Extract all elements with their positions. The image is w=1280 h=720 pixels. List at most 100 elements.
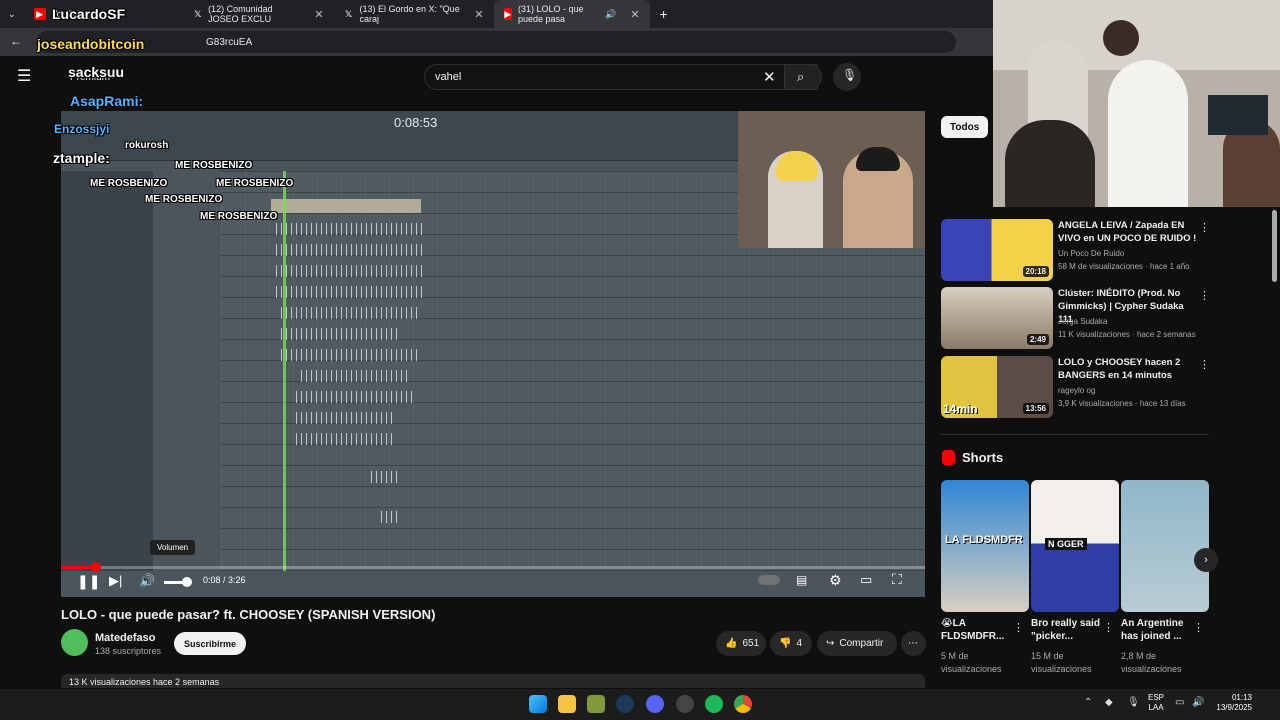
recommendation-title[interactable]: LOLO y CHOOSEY hacen 2 BANGERS en 14 min… [1058, 356, 1198, 382]
progress-track[interactable] [61, 566, 925, 569]
monitor [1208, 95, 1268, 135]
subscribe-button[interactable]: Suscribirme [174, 632, 246, 655]
channel-name[interactable]: Matedefaso [95, 632, 156, 644]
network-tray-icon[interactable]: ◆ [1105, 697, 1113, 708]
description-box[interactable]: 13 K visualizaciones hace 2 semanas [61, 674, 925, 688]
tab-comunidad[interactable]: 𝕏 (12) Comunidad JOSEO EXCLU ✕ [184, 0, 334, 28]
next-icon[interactable]: ▶| [109, 573, 122, 589]
short-views: 5 M de visualizaciones [941, 651, 1002, 674]
recommendation-title[interactable]: ANGELA LEIVA / Zapada EN VIVO en UN POCO… [1058, 219, 1198, 245]
recommendation-item[interactable]: 2:49 Clúster: INÉDITO (Prod. No Gimmicks… [941, 287, 1211, 349]
url-field[interactable]: G83rcuEA [36, 31, 956, 53]
chevron-up-icon[interactable]: ⌃ [1084, 697, 1092, 708]
like-count: 651 [742, 638, 760, 649]
video-thumbnail[interactable]: 20:18 [941, 219, 1053, 281]
channel-avatar[interactable] [61, 629, 88, 656]
clock-date: 13/9/2025 [1216, 703, 1252, 712]
language-indicator[interactable]: ESP LAA [1148, 693, 1164, 713]
obs-icon[interactable] [676, 695, 694, 713]
chrome-icon[interactable] [734, 695, 752, 713]
steam-icon[interactable] [616, 695, 634, 713]
close-icon[interactable]: ✕ [630, 8, 639, 21]
recommendation-item[interactable]: 20:18 ANGELA LEIVA / Zapada EN VIVO en U… [941, 219, 1211, 281]
chat-spam-text: ME ROSBENIZO [145, 194, 223, 205]
dislike-button[interactable]: 👎 4 [770, 631, 812, 656]
share-button[interactable]: ↪ Compartir [817, 631, 897, 656]
fullscreen-icon[interactable]: ⛶ [892, 571, 902, 588]
video-player[interactable]: 0:08:53 Volumen ❚❚ ▶| 🔊 0:08 / 3:26 ▤ ⚙ … [61, 111, 925, 597]
theater-mode-icon[interactable]: ▭ [860, 572, 872, 588]
url-text: G83rcuEA [206, 36, 253, 48]
chip-todos[interactable]: Todos [941, 116, 989, 138]
clear-search-icon[interactable]: ✕ [763, 68, 776, 86]
volume-knob[interactable] [182, 577, 192, 587]
more-horizontal-icon: ⋯ [908, 638, 918, 649]
tab-label: (31) LOLO - que puede pasa [518, 4, 584, 24]
more-actions-button[interactable]: ⋯ [901, 631, 926, 656]
person [1103, 20, 1139, 56]
tab-lolo[interactable]: ▶ (31) LOLO - que puede pasa 🔊 ✕ [493, 0, 650, 28]
clock[interactable]: 01:13 13/9/2025 [1212, 693, 1252, 713]
hamburger-menu-icon[interactable]: ☰ [17, 66, 31, 86]
volume-tray-icon[interactable]: 🔊 [1192, 697, 1204, 708]
video-thumbnail[interactable]: 14min 13:56 [941, 356, 1053, 418]
short-title[interactable]: An Argentine has joined ... [1121, 617, 1199, 643]
chat-username: rokurosh [125, 140, 169, 151]
recommendation-item[interactable]: 14min 13:56 LOLO y CHOOSEY hacen 2 BANGE… [941, 356, 1211, 418]
volume-icon[interactable]: 🔊 [139, 573, 155, 589]
short-thumbnail[interactable] [1121, 480, 1209, 612]
share-label: Compartir [839, 638, 884, 649]
progress-scrubber[interactable] [90, 562, 101, 572]
speaker-icon[interactable]: 🔊 [605, 9, 616, 20]
short-thumbnail[interactable]: N GGER [1031, 480, 1119, 612]
tab-el-gordo[interactable]: 𝕏 (13) El Gordo en X: "Que caraj ✕ [334, 0, 494, 28]
windows-start-icon[interactable] [529, 695, 547, 713]
more-vertical-icon[interactable]: ⋮ [1193, 621, 1204, 634]
display-tray-icon[interactable]: ▭ [1175, 697, 1184, 708]
close-icon[interactable]: ✕ [314, 8, 323, 21]
recommendation-channel[interactable]: Un Poco De Ruido [1058, 249, 1208, 258]
like-button[interactable]: 👍 651 [716, 631, 766, 656]
chat-spam-text: ME ROSBENIZO [200, 211, 278, 222]
video-thumbnail[interactable]: 2:49 [941, 287, 1053, 349]
shorts-next-button[interactable]: › [1194, 548, 1218, 572]
recommendation-channel[interactable]: Jerga Sudaka [1058, 317, 1208, 326]
back-arrow-icon[interactable]: ← [10, 34, 22, 48]
page-scrollbar[interactable] [1272, 210, 1277, 282]
autoplay-toggle[interactable] [758, 575, 780, 585]
voice-search-button[interactable]: 🎙 [833, 63, 861, 91]
more-vertical-icon[interactable]: ⋮ [1103, 621, 1114, 634]
short-overlay-text: LA FLDSMDFR [945, 534, 1023, 546]
file-explorer-icon[interactable] [558, 695, 576, 713]
more-vertical-icon[interactable]: ⋮ [1199, 289, 1210, 302]
new-tab-button[interactable]: + [650, 0, 678, 28]
subtitles-icon[interactable]: ▤ [796, 573, 807, 587]
audio-clip [296, 391, 416, 403]
search-input[interactable]: vahel [424, 64, 818, 90]
recommendation-channel[interactable]: rageylo og [1058, 386, 1208, 395]
more-vertical-icon[interactable]: ⋮ [1013, 621, 1024, 634]
short-thumbnail[interactable]: LA FLDSMDFR [941, 480, 1029, 612]
streamer-webcam [993, 0, 1280, 207]
search-button[interactable]: ⌕ [784, 64, 822, 90]
settings-gear-icon[interactable]: ⚙ [829, 572, 842, 589]
close-icon[interactable]: ✕ [474, 8, 483, 21]
pause-icon[interactable]: ❚❚ [77, 573, 100, 590]
app-icon[interactable] [587, 695, 605, 713]
more-vertical-icon[interactable]: ⋮ [1199, 221, 1210, 234]
microphone-icon: 🎙 [842, 68, 858, 82]
recommendation-meta: 58 M de visualizaciones · hace 1 año [1058, 262, 1190, 271]
lang-code: ESP [1148, 693, 1165, 702]
mic-tray-icon[interactable]: 🎙 [1127, 697, 1140, 708]
chat-spam-text: ME ROSBENIZO [90, 178, 168, 189]
short-title[interactable]: Bro really said "picker... [1031, 617, 1109, 643]
time-display: 0:08 / 3:26 [203, 575, 246, 585]
spotify-icon[interactable] [705, 695, 723, 713]
thumbnail-overlay-text: 14min [943, 402, 978, 416]
more-vertical-icon[interactable]: ⋮ [1199, 358, 1210, 371]
chat-spam-text: ME ROSBENIZO [216, 178, 294, 189]
audio-clip [276, 223, 426, 235]
short-title[interactable]: 😭LA FLDSMDFR... [941, 617, 1019, 643]
discord-icon[interactable] [646, 695, 664, 713]
tab-dropdown[interactable]: ⌄ [0, 0, 24, 28]
